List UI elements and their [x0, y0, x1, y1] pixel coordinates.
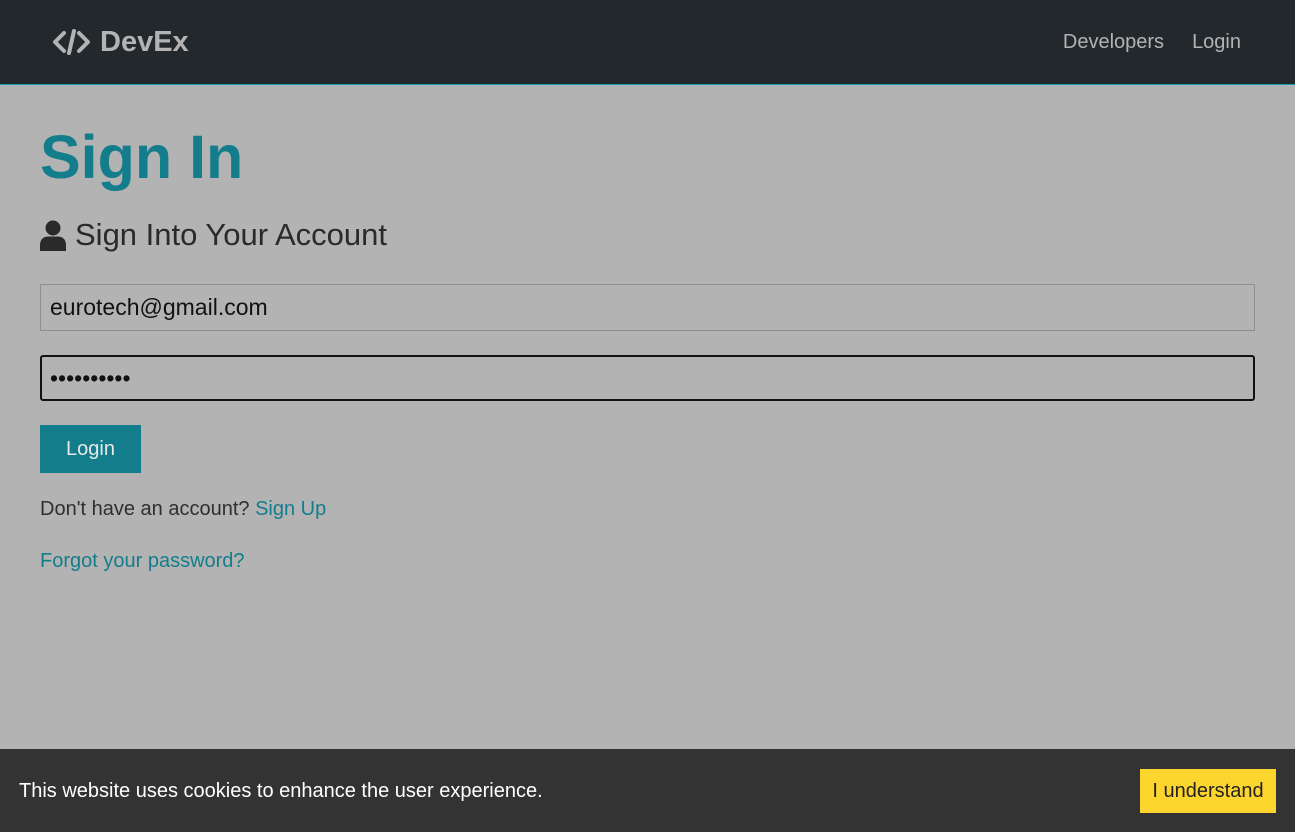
lead-label: Sign Into Your Account — [75, 217, 387, 252]
cookie-banner: This website uses cookies to enhance the… — [0, 749, 1295, 832]
brand-link[interactable]: DevEx — [53, 22, 189, 62]
nav-links: Developers Login — [1063, 29, 1241, 55]
cookie-accept-button[interactable]: I understand — [1140, 769, 1276, 813]
nav-link-developers[interactable]: Developers — [1063, 29, 1164, 55]
code-icon — [53, 29, 100, 55]
cookie-message: This website uses cookies to enhance the… — [19, 780, 543, 802]
navbar: DevEx Developers Login — [0, 0, 1295, 85]
email-input[interactable] — [40, 284, 1255, 331]
signup-line: Don't have an account? Sign Up — [40, 496, 326, 522]
brand-name: DevEx — [100, 25, 189, 58]
lead-text: Sign Into Your Account — [40, 216, 387, 254]
forgot-line: Forgot your password? — [40, 548, 245, 574]
login-button[interactable]: Login — [40, 425, 141, 473]
forgot-password-link[interactable]: Forgot your password? — [40, 550, 245, 572]
user-icon — [40, 220, 75, 251]
nav-link-login[interactable]: Login — [1192, 29, 1241, 55]
page-title: Sign In — [40, 123, 244, 191]
password-input[interactable] — [40, 355, 1255, 401]
signup-prompt: Don't have an account? — [40, 498, 250, 520]
signup-link[interactable]: Sign Up — [255, 498, 326, 520]
